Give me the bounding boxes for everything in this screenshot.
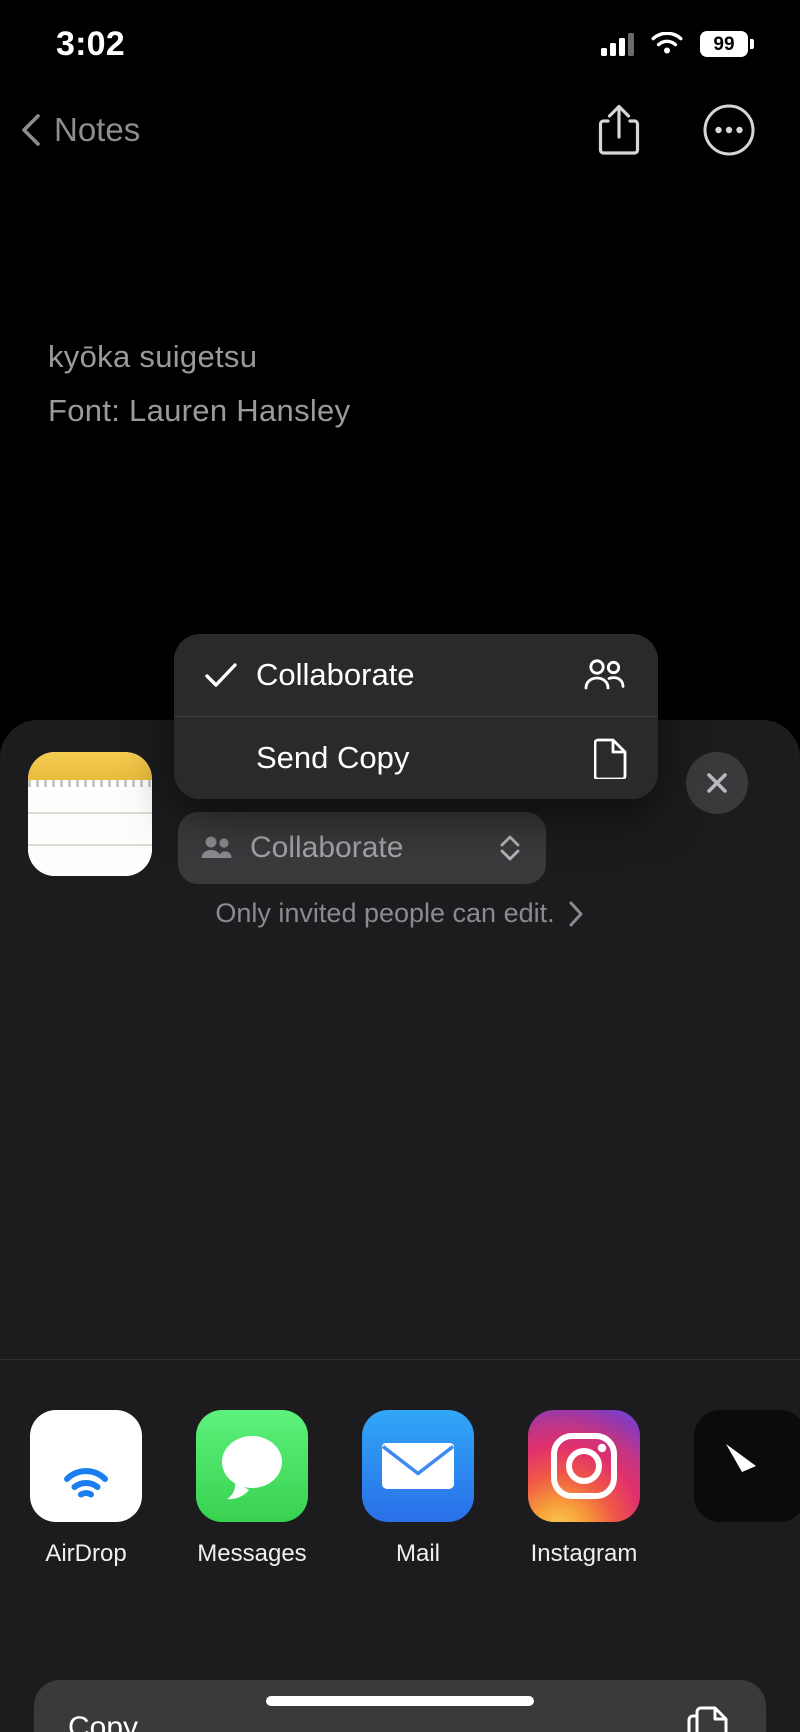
navigation-bar: Notes [0,96,800,164]
sheet-divider [0,1359,800,1360]
share-target-label: AirDrop [45,1540,127,1567]
share-target-mail[interactable]: Mail [362,1410,474,1568]
iphone-screen: 3:02 99 Notes kyōka suigetsu Font: Laure… [0,0,800,1732]
share-action-list: Copy [34,1680,766,1732]
share-sheet: Collaborate Only invited people can edit… [0,720,800,1732]
share-target-partial[interactable] [694,1410,800,1540]
share-icon[interactable] [596,103,642,157]
airdrop-icon [30,1410,142,1522]
action-row-copy[interactable]: Copy [34,1680,766,1732]
share-target-messages[interactable]: Messages [196,1410,308,1568]
status-bar: 3:02 99 [0,0,800,88]
share-target-label: Mail [395,1540,440,1567]
note-content[interactable]: kyōka suigetsu Font: Lauren Hansley [48,330,748,438]
ellipsis-circle-icon[interactable] [702,103,756,157]
share-target-label: Messages [197,1540,307,1567]
note-line-2: Font: Lauren Hansley [48,393,351,428]
close-x-icon [707,773,727,793]
copy-duplicate-icon [687,1706,728,1732]
cellular-bars-icon [601,32,634,56]
messages-icon [196,1410,308,1522]
status-bar-indicators: 99 [601,31,754,57]
share-target-label: Instagram [530,1540,638,1567]
menu-item-label: Send Copy [256,740,410,775]
note-line-1: kyōka suigetsu [48,339,258,374]
home-indicator [266,1696,534,1706]
checkmark-icon [204,661,256,689]
instagram-icon [528,1410,640,1522]
permission-label: Only invited people can edit. [215,898,555,928]
menu-item-collaborate[interactable]: Collaborate [174,634,658,716]
share-target-instagram[interactable]: Instagram [528,1410,640,1568]
back-button-label: Notes [54,111,141,148]
context-menu: Collaborate Send Copy [174,634,658,799]
chevron-left-icon [22,114,40,146]
document-icon [594,738,627,779]
menu-item-label: Collaborate [256,657,415,692]
share-app-row: AirDrop Messages Mail Instagram [0,1410,800,1640]
back-button[interactable]: Notes [18,111,140,149]
action-label: Copy [68,1711,139,1732]
navigation-actions [596,103,756,157]
share-target-airdrop[interactable]: AirDrop [30,1410,142,1568]
chevron-up-down-icon [500,835,520,861]
close-button[interactable] [686,752,748,814]
permission-row[interactable]: Only invited people can edit. [0,898,800,929]
notes-app-icon [28,752,152,876]
status-bar-time: 3:02 [56,24,125,63]
battery-icon: 99 [700,31,754,57]
menu-item-send-copy[interactable]: Send Copy [174,717,658,799]
chevron-right-icon [569,901,583,926]
two-people-filled-icon [201,836,232,858]
wifi-icon [651,31,683,53]
mail-icon [362,1410,474,1522]
partial-app-icon [694,1410,800,1522]
collaborate-mode-selector[interactable]: Collaborate [178,812,546,884]
collaborate-mode-label: Collaborate [250,831,404,864]
battery-percent-label: 99 [713,33,735,55]
two-people-icon [584,659,625,690]
